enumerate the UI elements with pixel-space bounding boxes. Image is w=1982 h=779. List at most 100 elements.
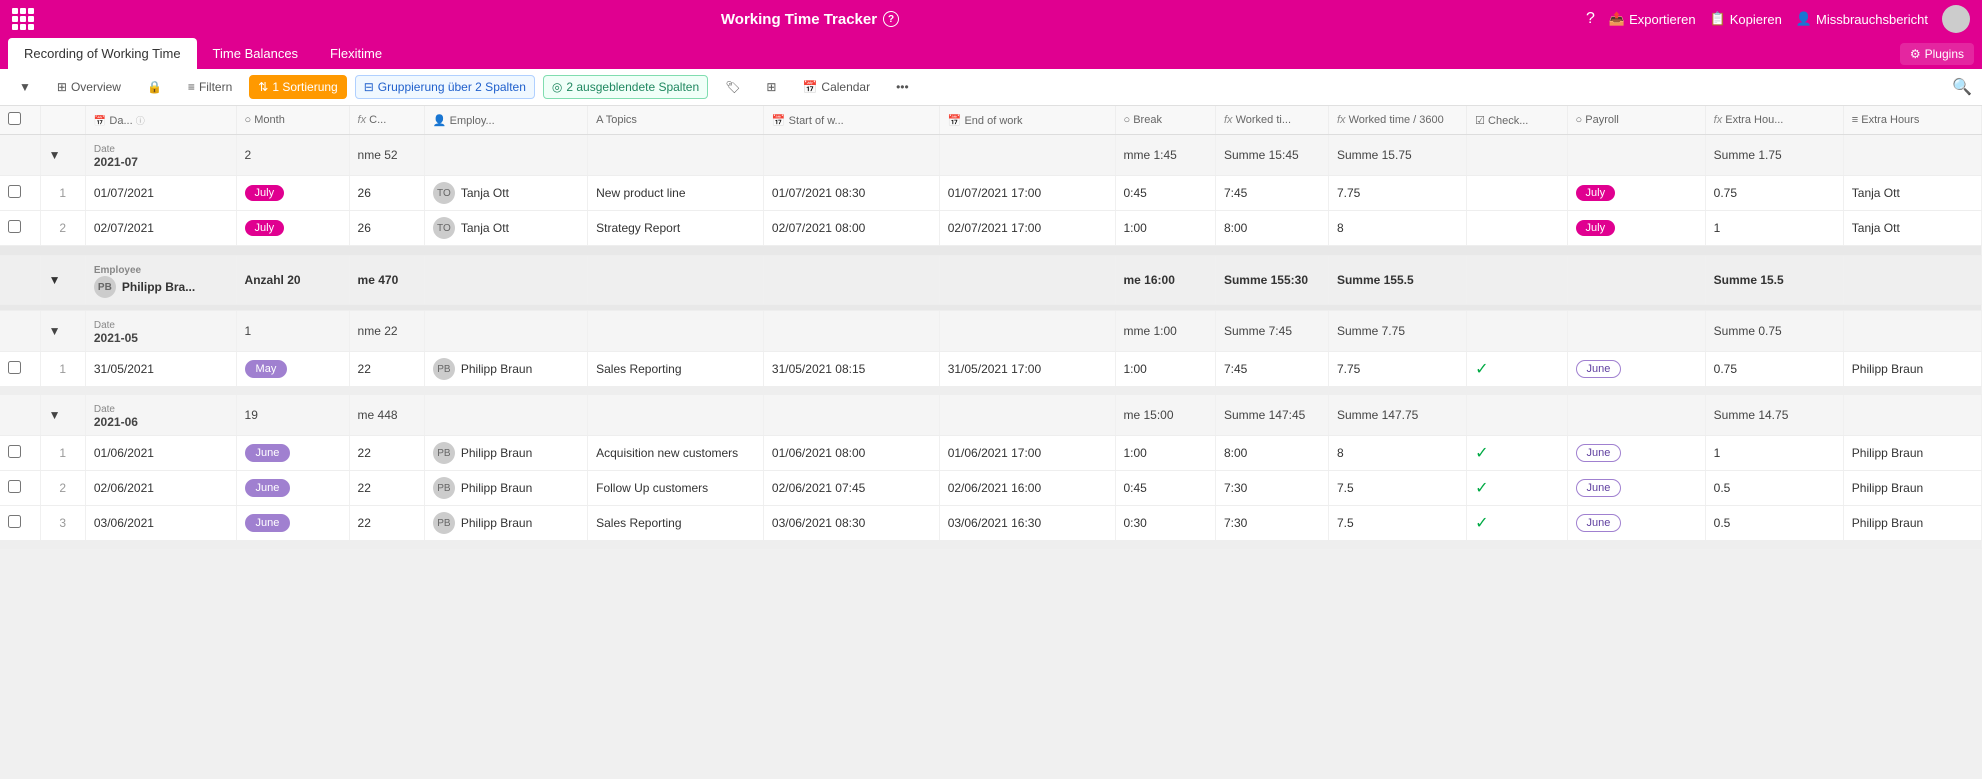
calendar-icon: 📅	[94, 116, 106, 127]
row-checkbox-cell[interactable]	[0, 506, 40, 541]
row-checkbox[interactable]	[8, 480, 21, 493]
col-header-extra2[interactable]: ≡ Extra Hours	[1843, 106, 1981, 135]
export-button[interactable]: 📤 Exportieren	[1609, 11, 1696, 27]
emp-group-empty1	[424, 256, 587, 305]
overview-button[interactable]: ⊞ Overview	[48, 75, 130, 99]
row-break: 1:00	[1115, 436, 1215, 471]
row-month-badge: June	[236, 436, 349, 471]
row-month-badge: June	[236, 471, 349, 506]
row-checkbox[interactable]	[8, 445, 21, 458]
row-start: 02/07/2021 08:00	[763, 211, 939, 246]
row-c-value: 22	[349, 352, 424, 387]
tab-flexitime[interactable]: Flexitime	[314, 38, 398, 69]
emp-group-collapse[interactable]: ▼	[40, 256, 85, 305]
spacer-row	[0, 246, 1982, 256]
row-extra2: Philipp Braun	[1843, 436, 1981, 471]
circle-icon: ○	[1124, 114, 1131, 126]
collapse-arrow-icon[interactable]: ▼	[49, 324, 61, 338]
row-number: 1	[40, 176, 85, 211]
row-date: 02/06/2021	[85, 471, 236, 506]
user-avatar[interactable]	[1942, 5, 1970, 33]
group-checkbox	[0, 395, 40, 436]
group-collapse[interactable]: ▼	[40, 395, 85, 436]
col-header-date[interactable]: 📅 Da... ⓘ	[85, 106, 236, 135]
row-date: 31/05/2021	[85, 352, 236, 387]
group-value: 2021-05	[94, 331, 138, 345]
row-worked: 7:45	[1215, 352, 1328, 387]
emp-group-count: Anzahl 20	[236, 256, 349, 305]
row-checkbox-cell[interactable]	[0, 176, 40, 211]
report-button[interactable]: 👤 Missbrauchsbericht	[1796, 11, 1928, 27]
fx-icon: fx	[1337, 114, 1346, 126]
col-header-check2[interactable]: ☑ Check...	[1467, 106, 1567, 135]
check-mark: ✓	[1475, 361, 1488, 378]
group-collapse[interactable]: ▼	[40, 135, 85, 176]
row-checkbox-cell[interactable]	[0, 436, 40, 471]
tab-time-balances[interactable]: Time Balances	[197, 38, 315, 69]
group-empty5	[1467, 395, 1567, 436]
col-header-end[interactable]: 📅 End of work	[939, 106, 1115, 135]
question-icon[interactable]: ?	[1586, 10, 1595, 28]
row-checkbox[interactable]	[8, 220, 21, 233]
group-empty1	[424, 135, 587, 176]
copy-button[interactable]: 📋 Kopieren	[1710, 11, 1782, 27]
row-checkbox[interactable]	[8, 185, 21, 198]
group-empty1	[424, 311, 587, 352]
check-mark: ✓	[1475, 445, 1488, 462]
top-bar: Working Time Tracker ? ? 📤 Exportieren 📋…	[0, 0, 1982, 38]
filter-button[interactable]: ≡ Filtern	[179, 75, 241, 99]
col-header-month[interactable]: ○ Month	[236, 106, 349, 135]
tab-recording[interactable]: Recording of Working Time	[8, 38, 197, 69]
row-checkbox[interactable]	[8, 361, 21, 374]
group-button[interactable]: ⊟ Gruppierung über 2 Spalten	[355, 75, 535, 99]
group-empty4	[939, 395, 1115, 436]
row-start: 03/06/2021 08:30	[763, 506, 939, 541]
group-collapse[interactable]: ▼	[40, 311, 85, 352]
tag-button[interactable]: 🏷	[716, 75, 749, 99]
select-all-checkbox[interactable]	[8, 112, 21, 125]
tab-bar: Recording of Working Time Time Balances …	[0, 38, 1982, 69]
row-month-badge: May	[236, 352, 349, 387]
col-header-check[interactable]	[0, 106, 40, 135]
collapse-arrow-icon[interactable]: ▼	[49, 408, 61, 422]
col-header-topics[interactable]: A Topics	[588, 106, 764, 135]
emp-group-label: Employee PB Philipp Bra...	[85, 256, 236, 305]
col-header-c[interactable]: fx C...	[349, 106, 424, 135]
row-checkbox[interactable]	[8, 515, 21, 528]
row-extra1: 0.5	[1705, 471, 1843, 506]
employee-name: Tanja Ott	[461, 186, 509, 200]
calendar-button[interactable]: 📅 Calendar	[793, 75, 879, 99]
list-icon: ≡	[1852, 114, 1858, 126]
col-header-start[interactable]: 📅 Start of w...	[763, 106, 939, 135]
group-empty7	[1843, 311, 1981, 352]
hidden-columns-button[interactable]: ◎ 2 ausgeblendete Spalten	[543, 75, 708, 99]
grid-view-button[interactable]: ⊞	[757, 75, 785, 99]
col-header-extra1[interactable]: fx Extra Hou...	[1705, 106, 1843, 135]
col-header-worked[interactable]: fx Worked ti...	[1215, 106, 1328, 135]
col-header-worked3600[interactable]: fx Worked time / 3600	[1328, 106, 1466, 135]
emp-group-empty5	[1467, 256, 1567, 305]
col-header-payroll[interactable]: ○ Payroll	[1567, 106, 1705, 135]
collapse-arrow-icon[interactable]: ▼	[49, 148, 61, 162]
fx-icon: fx	[1224, 114, 1233, 126]
col-header-employee[interactable]: 👤 Employ...	[424, 106, 587, 135]
collapse-arrow-icon[interactable]: ▼	[49, 273, 61, 287]
row-extra2: Philipp Braun	[1843, 352, 1981, 387]
row-checkbox-cell[interactable]	[0, 352, 40, 387]
row-worked3600: 8	[1328, 436, 1466, 471]
sort-button[interactable]: ⇅ 1 Sortierung	[249, 75, 346, 99]
emp-group-checkbox	[0, 256, 40, 305]
emp-group-empty2	[588, 256, 764, 305]
row-checkbox-cell[interactable]	[0, 211, 40, 246]
col-header-break[interactable]: ○ Break	[1115, 106, 1215, 135]
row-checkbox-cell[interactable]	[0, 471, 40, 506]
grid-menu-icon[interactable]	[12, 8, 34, 30]
collapse-all-button[interactable]: ▼	[10, 75, 40, 99]
plugins-button[interactable]: ⚙ Plugins	[1900, 43, 1974, 65]
check-mark: ✓	[1475, 480, 1488, 497]
lock-button[interactable]: 🔒	[138, 75, 171, 99]
help-icon[interactable]: ?	[883, 11, 899, 27]
more-button[interactable]: •••	[887, 75, 918, 99]
row-end: 01/07/2021 17:00	[939, 176, 1115, 211]
search-button[interactable]: 🔍	[1952, 77, 1972, 97]
